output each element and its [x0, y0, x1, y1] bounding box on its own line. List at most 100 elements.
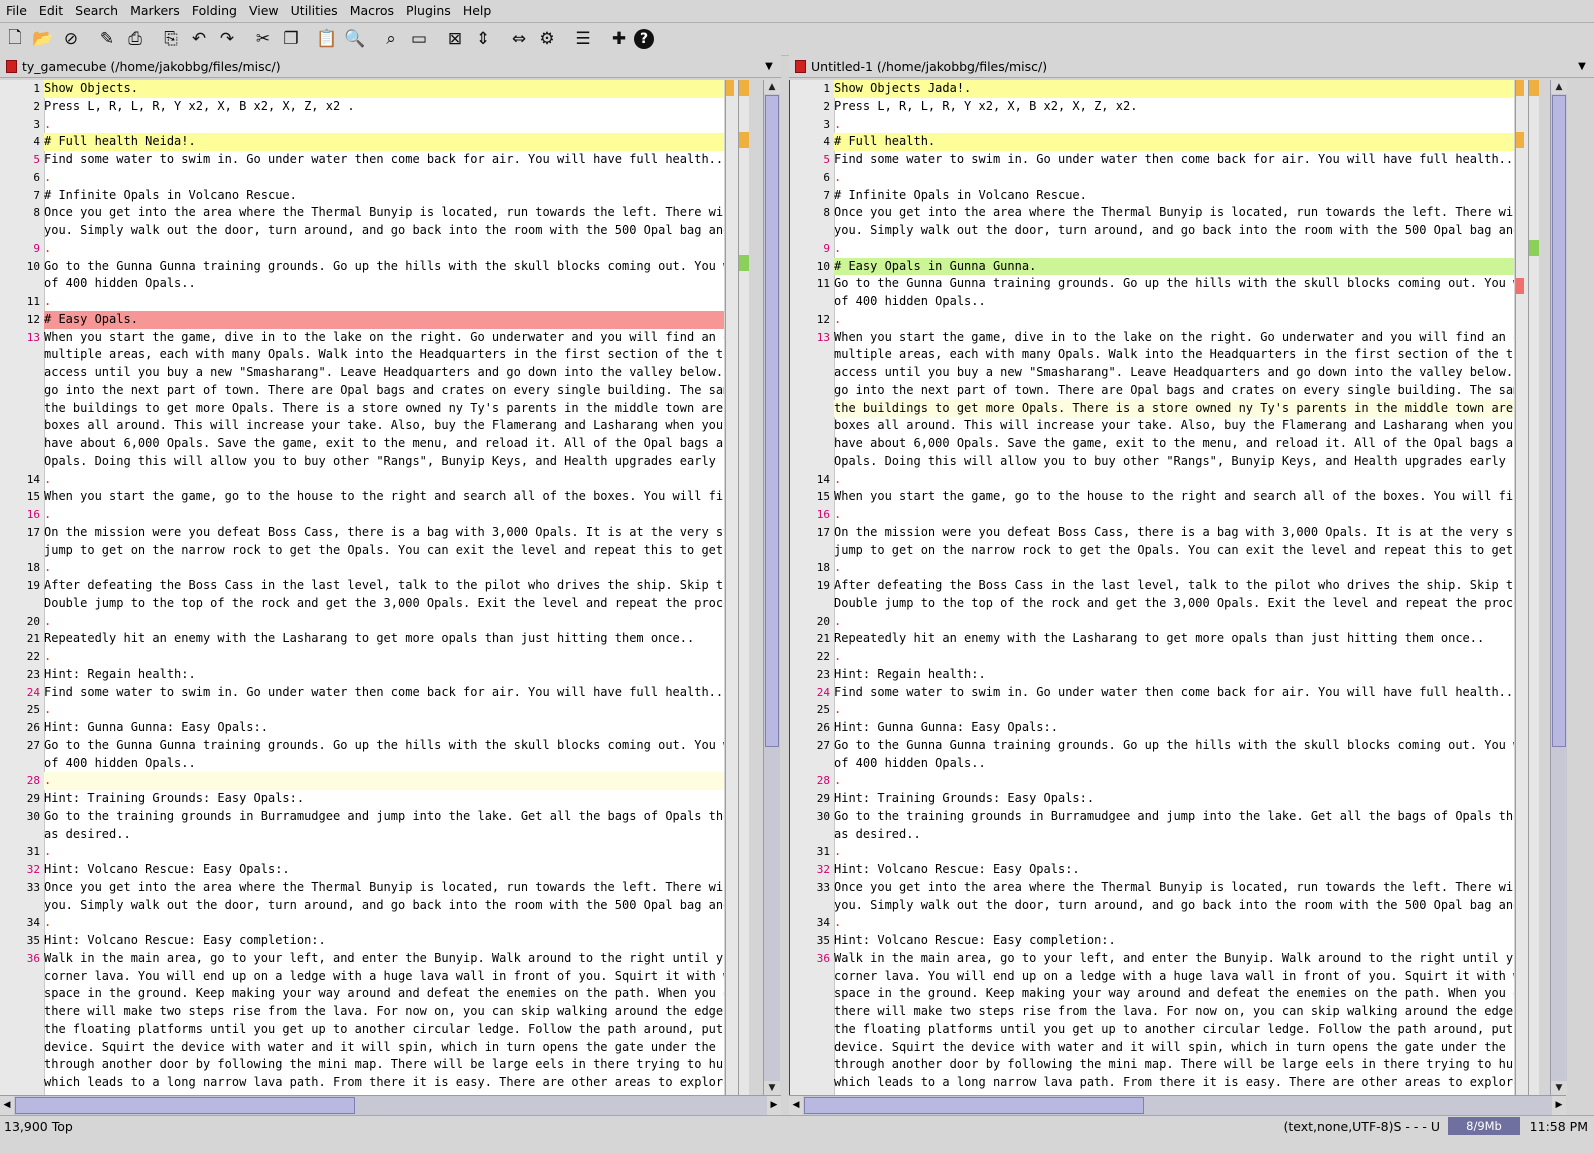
text-line[interactable]: .	[44, 843, 724, 861]
text-line[interactable]: .	[834, 116, 1514, 134]
text-line[interactable]: Go to the training grounds in Burramudge…	[44, 808, 724, 826]
diff-overview[interactable]	[738, 80, 749, 1095]
text-line[interactable]: Double jump to the top of the rock and g…	[44, 595, 724, 613]
menu-edit[interactable]: Edit	[33, 0, 69, 22]
text-line[interactable]: After defeating the Boss Cass in the las…	[44, 577, 724, 595]
text-area[interactable]: Show Objects. Press L, R, L, R, Y x2, X, …	[44, 80, 724, 1095]
text-line[interactable]: Hint: Volcano Rescue: Easy completion:.	[44, 932, 724, 950]
text-line[interactable]: Walk in the main area, go to your left, …	[44, 950, 724, 968]
text-line[interactable]: you. Simply walk out the door, turn arou…	[834, 897, 1514, 915]
text-line[interactable]: .	[834, 648, 1514, 666]
text-line[interactable]: Press L, R, L, R, Y x2, X, B x2, X, Z, x…	[44, 98, 724, 116]
text-line[interactable]: access until you buy a new "Smasharang".…	[834, 364, 1514, 382]
text-line[interactable]: multiple areas, each with many Opals. Wa…	[834, 346, 1514, 364]
text-line[interactable]: .	[44, 613, 724, 631]
buffer-switcher[interactable]: ty_gamecube (/home/jakobbg/files/misc/) …	[0, 55, 781, 78]
text-line[interactable]: # Easy Opals in Gunna Gunna.	[834, 257, 1514, 276]
text-line[interactable]: Once you get into the area where the The…	[44, 879, 724, 897]
text-line[interactable]: .	[44, 169, 724, 187]
text-line[interactable]: Hint: Training Grounds: Easy Opals:.	[834, 790, 1514, 808]
text-line[interactable]: When you start the game, dive in to the …	[834, 329, 1514, 347]
text-line[interactable]: .	[834, 311, 1514, 329]
text-line[interactable]: Hint: Regain health:.	[44, 666, 724, 684]
scroll-thumb[interactable]	[1552, 95, 1566, 747]
menu-markers[interactable]: Markers	[124, 0, 186, 22]
text-editor[interactable]: 1 2 3 4 5 6 7 8 9 10 11 12 13 14 15 16 17 18 19 20 21 22 23 24 2…	[0, 80, 724, 1095]
text-line[interactable]: as desired..	[44, 826, 724, 844]
horizontal-scrollbar[interactable]: ◀ ▶	[789, 1095, 1566, 1115]
resize-icon[interactable]: ⊠	[442, 26, 468, 52]
text-line[interactable]: .	[834, 240, 1514, 258]
text-line[interactable]: On the mission were you defeat Boss Cass…	[44, 524, 724, 542]
text-line[interactable]: Go to the Gunna Gunna training grounds. …	[44, 737, 724, 755]
text-line[interactable]: .	[44, 240, 724, 258]
text-line[interactable]: device. Squirt the device with water and…	[44, 1039, 724, 1057]
text-line[interactable]: device. Squirt the device with water and…	[834, 1039, 1514, 1057]
split-vertical-icon[interactable]: ⇕	[470, 26, 496, 52]
buffer-switcher[interactable]: Untitled-1 (/home/jakobbg/files/misc/) ▼	[789, 55, 1594, 78]
text-line[interactable]: When you start the game, go to the house…	[44, 488, 724, 506]
print-preview-icon[interactable]: ⎘	[158, 26, 184, 52]
text-line[interactable]: .	[834, 506, 1514, 524]
text-line[interactable]: .	[44, 914, 724, 932]
text-line[interactable]: Show Objects.	[44, 80, 724, 98]
text-line[interactable]: Find some water to swim in. Go under wat…	[834, 684, 1514, 702]
plugin-manager-icon[interactable]: ✚	[606, 26, 632, 52]
text-line[interactable]: .	[44, 648, 724, 666]
text-line[interactable]: of 400 hidden Opals..	[834, 755, 1514, 773]
text-line[interactable]: corner lava. You will end up on a ledge …	[44, 968, 724, 986]
menu-utilities[interactable]: Utilities	[285, 0, 344, 22]
text-line[interactable]: Find some water to swim in. Go under wat…	[834, 151, 1514, 169]
text-line[interactable]: the buildings to get more Opals. There i…	[834, 399, 1514, 418]
text-line[interactable]: Hint: Training Grounds: Easy Opals:.	[44, 790, 724, 808]
text-line[interactable]: .	[834, 471, 1514, 489]
menu-folding[interactable]: Folding	[186, 0, 243, 22]
text-line[interactable]: go into the next part of town. There are…	[834, 382, 1514, 400]
text-line[interactable]: you. Simply walk out the door, turn arou…	[44, 222, 724, 240]
text-line[interactable]: .	[834, 843, 1514, 861]
text-line[interactable]: # Infinite Opals in Volcano Rescue.	[834, 187, 1514, 205]
text-line[interactable]: have about 6,000 Opals. Save the game, e…	[834, 435, 1514, 453]
print-icon[interactable]: ⎙	[122, 26, 148, 52]
text-line[interactable]: which leads to a long narrow lava path. …	[44, 1074, 724, 1092]
text-line[interactable]: .	[834, 613, 1514, 631]
help-icon[interactable]: ?	[634, 29, 654, 49]
text-line[interactable]: the buildings to get more Opals. There i…	[44, 400, 724, 418]
text-line[interactable]: the floating platforms until you get up …	[834, 1021, 1514, 1039]
text-line[interactable]: you. Simply walk out the door, turn arou…	[834, 222, 1514, 240]
text-line[interactable]: of 400 hidden Opals..	[44, 755, 724, 773]
text-line[interactable]: Walk in the main area, go to your left, …	[834, 950, 1514, 968]
text-line[interactable]: Go to the training grounds in Burramudge…	[834, 808, 1514, 826]
vertical-scrollbar[interactable]: ▲ ▼	[1550, 80, 1567, 1095]
edit-icon[interactable]: ✎	[94, 26, 120, 52]
caret-position[interactable]: 13,900 Top	[4, 1119, 73, 1134]
global-options-icon[interactable]: ☰	[570, 26, 596, 52]
text-line[interactable]: Opals. Doing this will allow you to buy …	[834, 453, 1514, 471]
text-line[interactable]: Go to the Gunna Gunna training grounds. …	[834, 275, 1514, 293]
text-line[interactable]: # Infinite Opals in Volcano Rescue.	[44, 187, 724, 205]
text-line[interactable]: Go to the Gunna Gunna training grounds. …	[44, 258, 724, 276]
text-line[interactable]: Hint: Volcano Rescue: Easy Opals:.	[44, 861, 724, 879]
text-area[interactable]: Show Objects Jada!. Press L, R, L, R, Y x…	[834, 80, 1514, 1095]
paste-icon[interactable]: 📋	[314, 26, 340, 52]
text-line[interactable]: .	[44, 701, 724, 719]
text-line[interactable]: there will make two steps rise from the …	[44, 1003, 724, 1021]
text-line[interactable]: Find some water to swim in. Go under wat…	[44, 151, 724, 169]
marker-strip[interactable]	[725, 80, 738, 1095]
text-line[interactable]: have about 6,000 Opals. Save the game, e…	[44, 435, 724, 453]
marker-strip[interactable]	[1515, 80, 1528, 1095]
menu-plugins[interactable]: Plugins	[400, 0, 457, 22]
text-line[interactable]: of 400 hidden Opals..	[44, 275, 724, 293]
text-line[interactable]: which leads to a long narrow lava path. …	[834, 1074, 1514, 1092]
text-line[interactable]: Show Objects Jada!.	[834, 80, 1514, 98]
text-editor[interactable]: 1 2 3 4 5 6 7 8 9 10 11 12 13 14 15 16 17 18 19 20 21 22 23 24 2…	[789, 80, 1514, 1095]
text-line[interactable]: through another door by following the mi…	[834, 1056, 1514, 1074]
text-line[interactable]: you. Simply walk out the door, turn arou…	[44, 897, 724, 915]
vertical-scrollbar[interactable]: ▲ ▼	[763, 80, 780, 1095]
text-line[interactable]: .	[44, 772, 724, 790]
text-line[interactable]: # Full health.	[834, 133, 1514, 151]
scroll-thumb[interactable]	[15, 1097, 355, 1114]
text-line[interactable]: .	[44, 471, 724, 489]
text-line[interactable]: Hint: Gunna Gunna: Easy Opals:.	[44, 719, 724, 737]
text-line[interactable]: When you start the game, dive in to the …	[44, 329, 724, 347]
